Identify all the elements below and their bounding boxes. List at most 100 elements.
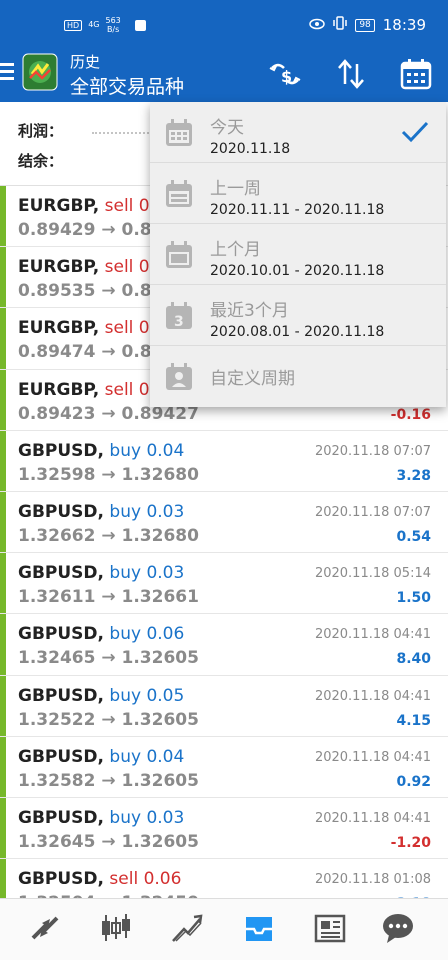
trade-profit: 4.15: [396, 712, 431, 729]
check-icon: [400, 120, 430, 144]
trade-direction: sell: [104, 257, 134, 278]
period-option[interactable]: 自定义周期: [150, 346, 446, 407]
status-right: 98 18:39: [309, 16, 426, 34]
trade-profit: -0.16: [390, 406, 431, 423]
candlestick-icon[interactable]: [99, 911, 133, 945]
speed-value: 563: [105, 16, 121, 25]
calendar-custom-icon: [164, 362, 194, 392]
app-bar: 历史 全部交易品种 $: [0, 50, 448, 102]
clock: 18:39: [382, 16, 426, 34]
bottom-nav: [0, 898, 448, 960]
trade-title: GBPUSD, buy 0.03: [18, 563, 184, 583]
trade-side-bar: [0, 247, 6, 308]
trade-direction: buy: [109, 440, 142, 461]
trade-direction: sell: [104, 379, 134, 400]
trade-symbol: GBPUSD,: [18, 501, 104, 522]
trade-time: 2020.11.18 04:41: [314, 627, 431, 643]
trade-row[interactable]: GBPUSD, buy 0.06 1.32465 → 1.32605 2020.11…: [0, 614, 448, 676]
trade-symbol: GBPUSD,: [18, 869, 104, 890]
quotes-arrows-icon[interactable]: [28, 911, 62, 945]
trade-volume: 0.06: [143, 869, 182, 890]
trade-profit: 8.40: [396, 651, 431, 668]
calendar-week-icon: [164, 179, 194, 209]
trade-title: GBPUSD, buy 0.04: [18, 441, 184, 461]
calendar-month-icon: [164, 240, 194, 270]
app-logo: [22, 52, 58, 92]
trade-volume: 0.03: [146, 501, 185, 522]
battery-icon: 98: [355, 18, 375, 32]
app-title[interactable]: 全部交易品种: [70, 72, 184, 99]
trade-volume: 0.04: [146, 746, 185, 767]
calendar-icon[interactable]: [398, 56, 434, 92]
trade-prices: 1.32645 → 1.32605: [18, 831, 199, 852]
trade-prices: 1.32598 → 1.32680: [18, 464, 199, 485]
trade-time: 2020.11.18 04:41: [314, 688, 431, 704]
trade-symbol: GBPUSD,: [18, 807, 104, 828]
period-range: 2020.11.18: [210, 141, 291, 157]
calendar-day-icon: [164, 118, 194, 148]
vibrate-icon: [333, 16, 348, 34]
period-range: 2020.10.01 - 2020.11.18: [210, 263, 385, 279]
trade-symbol: GBPUSD,: [18, 685, 104, 706]
trade-direction: buy: [109, 501, 142, 522]
trade-row[interactable]: GBPUSD, buy 0.05 1.32522 → 1.32605 2020.11…: [0, 675, 448, 737]
newspaper-icon[interactable]: [313, 911, 347, 945]
period-option[interactable]: 上一周 2020.11.11 - 2020.11.18: [150, 163, 446, 224]
period-label: 上个月: [210, 240, 261, 260]
trade-direction: buy: [109, 807, 142, 828]
trade-symbol: GBPUSD,: [18, 746, 104, 767]
balance-label: 结余：: [18, 152, 64, 170]
trade-prices: 1.32662 → 1.32680: [18, 525, 199, 546]
trade-time: 2020.11.18 07:07: [314, 504, 431, 520]
svg-text:3: 3: [174, 314, 184, 330]
trade-direction: sell: [109, 869, 139, 890]
period-label: 最近3个月: [210, 301, 289, 321]
period-option[interactable]: 3 最近3个月 2020.08.01 - 2020.11.18: [150, 285, 446, 346]
trade-row[interactable]: GBPUSD, buy 0.03 1.32662 → 1.32680 2020.11…: [0, 491, 448, 554]
trade-title: GBPUSD, buy 0.06: [18, 624, 184, 644]
notification-square-icon: [134, 19, 146, 31]
trade-direction: buy: [109, 746, 142, 767]
period-label: 今天: [210, 118, 244, 138]
period-dropdown: 今天 2020.11.18 上一周 2020.11.11 - 2020.11.18 上个…: [150, 102, 446, 407]
trade-side-bar: [0, 430, 6, 491]
network-speed: 563 B/s: [105, 16, 120, 34]
trade-symbol: EURGBP,: [18, 379, 100, 400]
trade-row[interactable]: GBPUSD, buy 0.04 1.32582 → 1.32605 2020.11…: [0, 736, 448, 798]
status-left: HD 4G 563 B/s: [64, 16, 146, 34]
period-option[interactable]: 上个月 2020.10.01 - 2020.11.18: [150, 224, 446, 285]
period-label: 自定义周期: [210, 369, 295, 389]
profit-label: 利润：: [18, 122, 64, 140]
trade-symbol: GBPUSD,: [18, 440, 104, 461]
trade-side-bar: [0, 736, 6, 797]
trade-prices: 1.32582 → 1.32605: [18, 770, 199, 791]
trade-symbol: GBPUSD,: [18, 563, 104, 584]
trade-direction: sell: [104, 196, 134, 216]
trade-row[interactable]: GBPUSD, buy 0.03 1.32645 → 1.32605 2020.11…: [0, 797, 448, 860]
inbox-tray-icon[interactable]: [242, 911, 276, 945]
trade-title: GBPUSD, buy 0.03: [18, 808, 184, 828]
trade-side-bar: [0, 614, 6, 675]
trade-profit: 0.54: [396, 528, 431, 545]
trade-symbol: EURGBP,: [18, 196, 100, 216]
trade-side-bar: [0, 308, 6, 369]
trade-symbol: EURGBP,: [18, 318, 100, 339]
app-subtitle: 历史: [70, 53, 101, 71]
period-option[interactable]: 今天 2020.11.18: [150, 102, 446, 163]
trade-side-bar: [0, 491, 6, 553]
trade-title: GBPUSD, buy 0.05: [18, 686, 184, 706]
trade-row[interactable]: GBPUSD, buy 0.04 1.32598 → 1.32680 2020.11…: [0, 430, 448, 492]
trade-title: GBPUSD, sell 0.06: [18, 869, 181, 889]
trade-symbol: GBPUSD,: [18, 624, 104, 645]
trade-time: 2020.11.18 04:41: [314, 810, 431, 826]
sort-icon[interactable]: [333, 56, 369, 92]
deposit-withdraw-icon[interactable]: $: [268, 56, 304, 92]
chat-bubble-icon[interactable]: [381, 911, 415, 945]
trend-icon[interactable]: [170, 911, 204, 945]
trade-side-bar: [0, 797, 6, 859]
trade-title: GBPUSD, buy 0.03: [18, 502, 184, 522]
trade-symbol: EURGBP,: [18, 257, 100, 278]
menu-icon[interactable]: [0, 63, 14, 81]
trade-time: 2020.11.18 05:14: [314, 566, 431, 582]
trade-row[interactable]: GBPUSD, buy 0.03 1.32611 → 1.32661 2020.11…: [0, 553, 448, 615]
